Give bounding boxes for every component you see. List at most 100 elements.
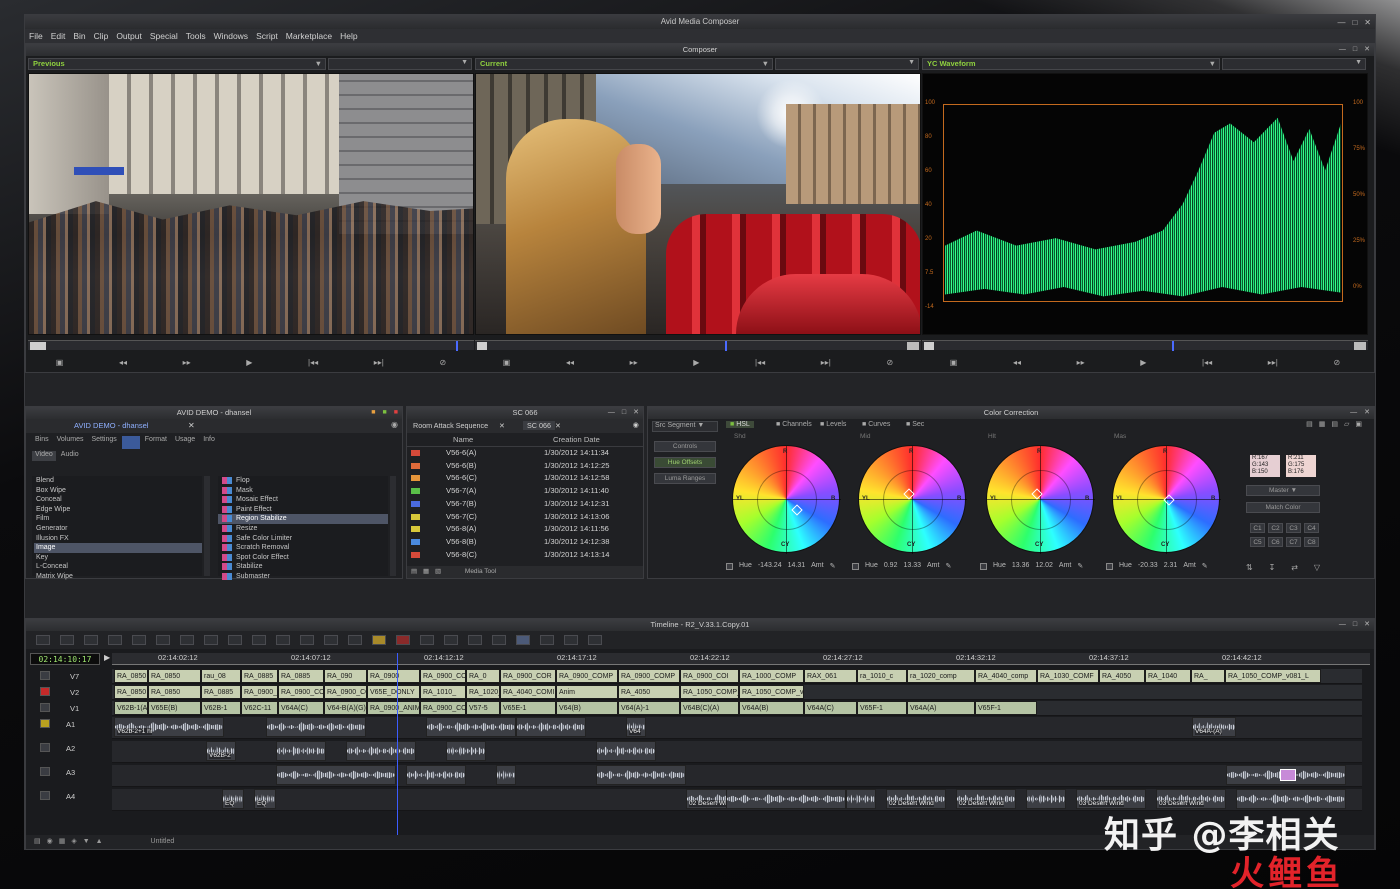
track-monitor-icon[interactable] [40,719,50,728]
current-monitor-image[interactable] [475,73,921,335]
track-label[interactable]: A2 [66,744,75,753]
monitor-previous-menu[interactable]: Previous ▼ [28,58,326,70]
minimize-icon[interactable]: — [1337,16,1345,30]
eyedropper-icon[interactable]: ✎ [830,562,836,570]
hue-checkbox-icon[interactable] [1106,563,1113,570]
bin-tab-avid-demo[interactable]: AVID DEMO - dhansel [74,421,148,430]
tab-effects-icon[interactable] [121,436,140,449]
saturation-value[interactable]: 14.31 [788,562,806,570]
position-indicator[interactable] [456,341,458,351]
timeline-clip[interactable]: RA_0900_COMP [556,669,618,683]
timeline-tool-button[interactable] [516,635,530,645]
scrub-handle[interactable] [477,342,487,350]
eq-effect-icon[interactable] [1280,769,1296,781]
color-slot-button[interactable]: C5 [1250,537,1265,547]
audio-clip[interactable] [426,717,516,737]
effect-category-item[interactable]: Key [34,553,202,563]
color-slot-button[interactable]: C7 [1286,537,1301,547]
audio-clip[interactable] [346,741,416,761]
timeline-clip[interactable]: RA_1010_ [420,685,466,699]
play-icon[interactable]: ▶ [104,653,110,662]
hue-value[interactable]: -143.24 [758,562,782,570]
sync-icon[interactable]: ⇄ [1291,563,1298,572]
menu-edit[interactable]: Edit [51,29,66,43]
timeline-clip[interactable]: RA_0900_COR [500,669,556,683]
close-icon[interactable]: ✕ [633,407,639,419]
adjust-icon[interactable]: ⇅ [1246,563,1253,572]
minimize-icon[interactable]: — [1339,619,1346,631]
maximize-icon[interactable]: □ [622,407,626,419]
list-item[interactable]: V56-7(B) 1/30/2012 14:12:31 [407,498,643,511]
timeline-clip[interactable]: RA_0 [466,669,500,683]
clear-marks-icon[interactable]: ⊘ [886,358,893,367]
menu-clip[interactable]: Clip [94,29,109,43]
saturation-value[interactable]: 13.33 [903,562,921,570]
audio-clip[interactable]: 02 Desert Wind [886,789,946,809]
effect-category-item[interactable]: Box Wipe [34,486,202,496]
step-back-icon[interactable]: |◂◂ [755,358,765,367]
menu-bin[interactable]: Bin [73,29,85,43]
scrub-handle[interactable] [30,342,46,350]
timeline-clip[interactable]: V57-5 [466,701,500,715]
rewind-icon[interactable]: ◂◂ [566,358,574,367]
tab-room-attack-sequence[interactable]: Room Attack Sequence [413,421,488,430]
effect-item[interactable]: Mosaic Effect [218,495,388,505]
effect-category-item[interactable]: Blend [34,476,202,486]
tab-format[interactable]: Format [142,436,170,449]
audio-clip[interactable]: V62b-2+1 hi [114,717,224,737]
timeline-tool-button[interactable] [468,635,482,645]
timeline-clip[interactable]: V62B-1 [201,701,241,715]
timeline-tool-button[interactable] [180,635,194,645]
timeline-clip[interactable]: V64A(C) [278,701,324,715]
drop-icon[interactable]: ▽ [1314,563,1320,572]
hue-wheel[interactable]: R YL B CY [1112,445,1221,554]
audio-clip[interactable]: 02 Desert Wind [956,789,1016,809]
timeline-tool-button[interactable] [300,635,314,645]
hue-wheel[interactable]: R YL B CY [732,445,841,554]
track-label[interactable]: V2 [70,688,79,697]
timeline-tool-button[interactable] [228,635,242,645]
list-item[interactable]: V56-6(A) 1/30/2012 14:11:34 [407,447,643,460]
timeline-clip[interactable]: RA_090 [324,669,367,683]
menu-marketplace[interactable]: Marketplace [286,29,332,43]
effect-category-item[interactable]: L-Conceal [34,562,202,572]
effect-category-item[interactable]: Generator [34,524,202,534]
timeline-clip[interactable]: RA_4050 [1099,669,1145,683]
current-scrub-bar[interactable] [475,340,921,351]
timeline-tool-button[interactable] [276,635,290,645]
timeline-clip[interactable]: RA_1000_COMP [739,669,804,683]
timeline-tool-button[interactable] [372,635,386,645]
step-back-icon[interactable]: |◂◂ [308,358,318,367]
timeline-tool-button[interactable] [492,635,506,645]
tab-settings[interactable]: Settings [88,436,119,449]
timeline-tool-button[interactable] [564,635,578,645]
menu-output[interactable]: Output [116,29,142,43]
color-wheel-mas[interactable]: Mas R YL B CY Hue -20.33 2.31 Amt ✎ [1106,433,1221,570]
list-item[interactable]: V56-8(B) 1/30/2012 14:12:38 [407,536,643,549]
timeline-clip[interactable]: V64A(B) [739,701,804,715]
menu-tools[interactable]: Tools [186,29,206,43]
track-monitor-icon[interactable] [40,767,50,776]
download-icon[interactable]: ↧ [1269,563,1276,572]
step-back-icon[interactable]: |◂◂ [1202,358,1212,367]
tab-levels[interactable]: ■ Levels [820,421,846,428]
audio-clip[interactable] [266,717,366,737]
timeline-tool-button[interactable] [84,635,98,645]
timeline-clip[interactable]: RA_0900_COR [241,685,278,699]
effect-category-item[interactable]: Image [34,543,202,553]
timeline-clip[interactable]: RA_4040_comp [975,669,1037,683]
track-monitor-icon[interactable] [40,791,50,800]
minimize-icon[interactable]: ■ [371,407,375,419]
timeline-clip[interactable]: RA_0885 [241,669,278,683]
audio-clip[interactable] [726,789,846,809]
timeline-clip[interactable]: ra_1010_c [857,669,907,683]
color-slot-button[interactable]: C3 [1286,523,1301,533]
audio-clip[interactable]: V64A-(A) [1192,717,1236,737]
timeline-clip[interactable]: V64(B) [556,701,618,715]
mark-clip-icon[interactable]: ▣ [56,358,64,367]
timeline-clip[interactable]: V65F-1 [975,701,1037,715]
effect-item[interactable]: Scratch Removal [218,543,388,553]
audio-clip[interactable] [276,741,326,761]
scrub-handle[interactable] [924,342,934,350]
column-name[interactable]: Name [453,433,553,446]
